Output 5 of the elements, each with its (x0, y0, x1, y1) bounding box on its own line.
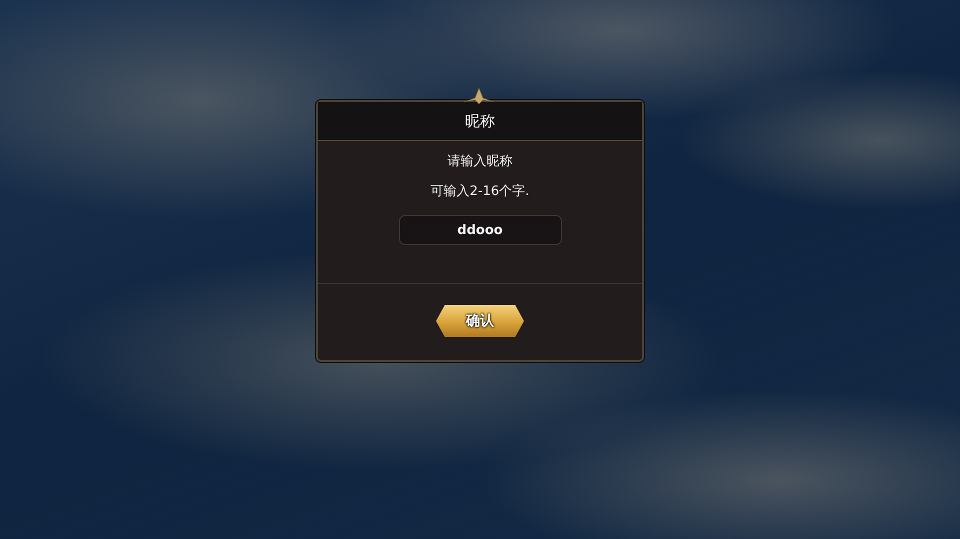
nickname-input[interactable]: ddooo (398, 215, 562, 245)
ornament-icon (464, 88, 494, 104)
prompt-text: 请输入昵称 (448, 153, 512, 171)
dialog-title: 昵称 (318, 102, 642, 141)
hint-text: 可输入2-16个字. (430, 183, 530, 201)
